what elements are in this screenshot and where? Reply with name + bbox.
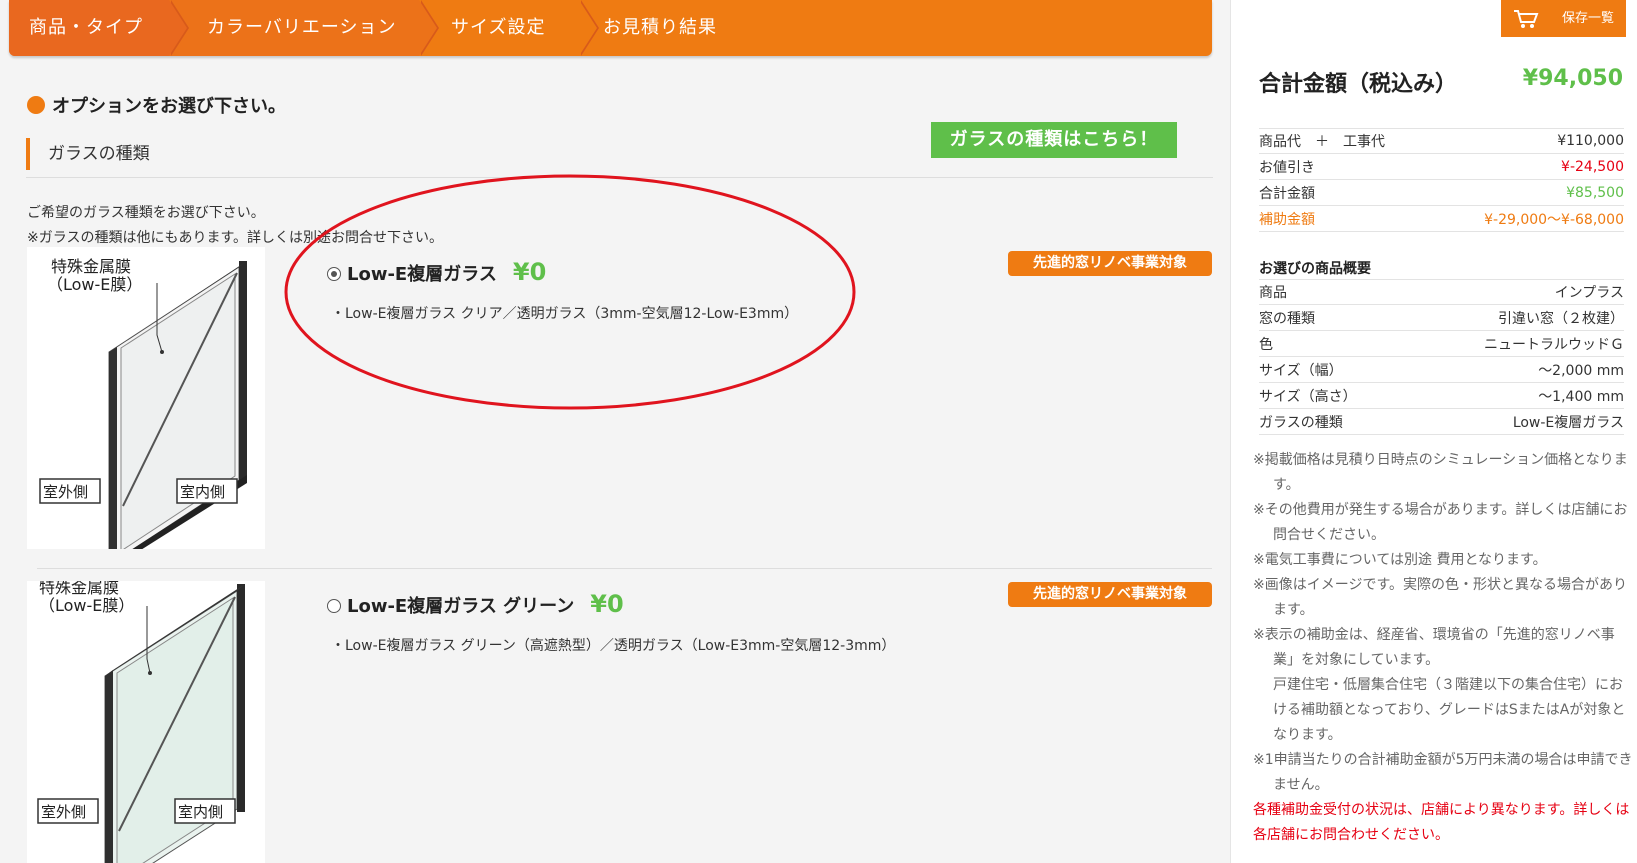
summary-label: サイズ（高さ） [1259,388,1357,405]
note-item: ※電気工事費については別途 費用となります。 [1253,552,1547,568]
option-divider [37,568,1212,569]
step-size-setting[interactable]: サイズ設定 [419,0,579,56]
summary-label: サイズ（幅） [1259,362,1343,379]
option-description: ・Low-E複層ガラス クリア／透明ガラス（3mm-空気層12-Low-E3mm… [331,306,799,322]
note-item: ※掲載価格は見積り日時点のシミュレーション価格となります。 [1253,452,1628,493]
glass-diagram-clear: 特殊金属膜 （Low-E膜） 室外側 室内側 [27,247,265,549]
summary-label: 窓の種類 [1259,310,1315,327]
price-row-base: 商品代 ＋ 工事代 ¥110,000 [1259,128,1624,154]
option-heading-text: オプションをお選び下さい。 [52,96,286,117]
radio-glass-clear[interactable] [327,267,341,281]
price-label: 補助金額 [1259,211,1315,228]
section-divider [26,177,1213,178]
summary-value: Low-E複層ガラス [1512,414,1624,431]
price-row-total: 合計金額 ¥85,500 [1259,180,1624,206]
outdoor-side-label: 室外側 [41,803,86,821]
metal-film-label: 特殊金属膜 [51,257,131,276]
summary-row: ガラスの種類 Low-E複層ガラス [1259,409,1624,435]
outdoor-side-label: 室外側 [43,483,88,501]
note-item: ※その他費用が発生する場合があります。詳しくは店舗にお問合せください。 [1253,502,1628,543]
option-price: ¥0 [512,258,547,286]
note-item: 戸建住宅・低層集合住宅（３階建以下の集合住宅）における補助額となっており、グレー… [1273,677,1626,743]
price-label: 合計金額 [1259,185,1315,202]
bullet-dot-icon [27,96,45,114]
intro-note: ※ガラスの種類は他にもあります。詳しくは別途お問合せ下さい。 [27,230,444,246]
price-value: ¥-24,500 [1561,158,1624,175]
summary-title: お選びの商品概要 [1259,261,1371,277]
note-item: ※表示の補助金は、経産省、環境省の「先進的窓リノベ事業」を対象にしています。 [1253,627,1615,668]
step-color-variation[interactable]: カラーバリエーション [169,0,419,56]
price-value: ¥-29,000〜¥-68,000 [1484,211,1624,228]
step-arrow [419,0,437,56]
indoor-side-label: 室内側 [180,483,225,501]
summary-label: ガラスの種類 [1259,414,1343,431]
subsidy-badge: 先進的窓リノベ事業対象 [1008,582,1212,607]
step-navigation: 商品・タイプ カラーバリエーション サイズ設定 お見積り結果 [9,0,1212,56]
summary-row: 商品 インプラス [1259,279,1624,305]
summary-row: サイズ（幅） 〜2,000 mm [1259,357,1624,383]
saved-list-button[interactable]: 保存一覧 [1501,0,1626,37]
indoor-side-label: 室内側 [178,803,223,821]
note-item: ※1申請当たりの合計補助金額が5万円未満の場合は申請できません。 [1253,752,1633,793]
metal-film-label: 特殊金属膜 [39,581,119,597]
option-heading: オプションをお選び下さい。 [27,92,286,118]
step-arrow [579,0,597,56]
price-row-discount: お値引き ¥-24,500 [1259,154,1624,180]
step-arrow [169,0,187,56]
price-label: お値引き [1259,159,1315,176]
glass-option-clear[interactable]: Low-E複層ガラス ¥0 [327,258,546,286]
step-estimate-result[interactable]: お見積り結果 [579,0,879,56]
option-name: Low-E複層ガラス グリーン [347,596,575,617]
glass-diagram-green: 特殊金属膜 （Low-E膜） 室外側 室内側 [27,581,265,863]
total-amount-value: ¥94,050 [1522,66,1623,91]
low-e-film-label: （Low-E膜） [47,275,142,294]
subsidy-badge: 先進的窓リノベ事業対象 [1008,251,1212,276]
summary-value: 引違い窓（２枚建） [1498,310,1624,327]
summary-label: 商品 [1259,285,1287,301]
glass-option-green[interactable]: Low-E複層ガラス グリーン ¥0 [327,590,624,618]
notes: ※掲載価格は見積り日時点のシミュレーション価格となります。 ※その他費用が発生す… [1253,448,1633,848]
radio-glass-green[interactable] [327,599,341,613]
subsidy-warning: 各種補助金受付の状況は、店舗により異なります。詳しくは各店舗にお問合わせください… [1253,802,1630,843]
red-annotation-ellipse [284,174,856,410]
estimate-sidebar: 保存一覧 合計金額（税込み） ¥94,050 商品代 ＋ 工事代 ¥110,00… [1230,0,1637,863]
option-description: ・Low-E複層ガラス グリーン（高遮熱型）／透明ガラス（Low-E3mm-空気… [331,638,896,654]
summary-label: 色 [1259,336,1273,353]
price-row-subsidy: 補助金額 ¥-29,000〜¥-68,000 [1259,206,1624,232]
price-value: ¥85,500 [1566,184,1624,201]
summary-value: 〜2,000 mm [1538,362,1624,379]
cart-icon [1514,10,1539,28]
low-e-film-label: （Low-E膜） [39,596,134,615]
saved-list-label: 保存一覧 [1561,11,1614,26]
price-value: ¥110,000 [1557,133,1624,149]
price-label: 商品代 ＋ 工事代 [1259,134,1385,150]
option-name: Low-E複層ガラス [347,264,497,285]
summary-value: 〜1,400 mm [1538,388,1624,405]
glass-type-info-button[interactable]: ガラスの種類はこちら！ [931,122,1177,158]
product-summary: 商品 インプラス 窓の種類 引違い窓（２枚建） 色 ニュートラルウッドＧ サイズ… [1259,279,1624,435]
intro-text: ご希望のガラス種類をお選び下さい。 [27,205,265,221]
price-breakdown: 商品代 ＋ 工事代 ¥110,000 お値引き ¥-24,500 合計金額 ¥8… [1259,128,1624,232]
summary-value: インプラス [1554,285,1624,301]
summary-row: 色 ニュートラルウッドＧ [1259,331,1624,357]
note-item: ※画像はイメージです。実際の色・形状と異なる場合があります。 [1253,577,1628,618]
summary-value: ニュートラルウッドＧ [1484,336,1624,353]
summary-row: 窓の種類 引違い窓（２枚建） [1259,305,1624,331]
option-price: ¥0 [590,590,624,618]
main-content: 商品・タイプ カラーバリエーション サイズ設定 お見積り結果 オプションをお選び… [0,0,1225,863]
summary-row: サイズ（高さ） 〜1,400 mm [1259,383,1624,409]
total-amount-label: 合計金額（税込み） [1259,72,1458,97]
section-title-glass-type: ガラスの種類 [26,138,150,170]
step-product-type[interactable]: 商品・タイプ [9,0,169,56]
